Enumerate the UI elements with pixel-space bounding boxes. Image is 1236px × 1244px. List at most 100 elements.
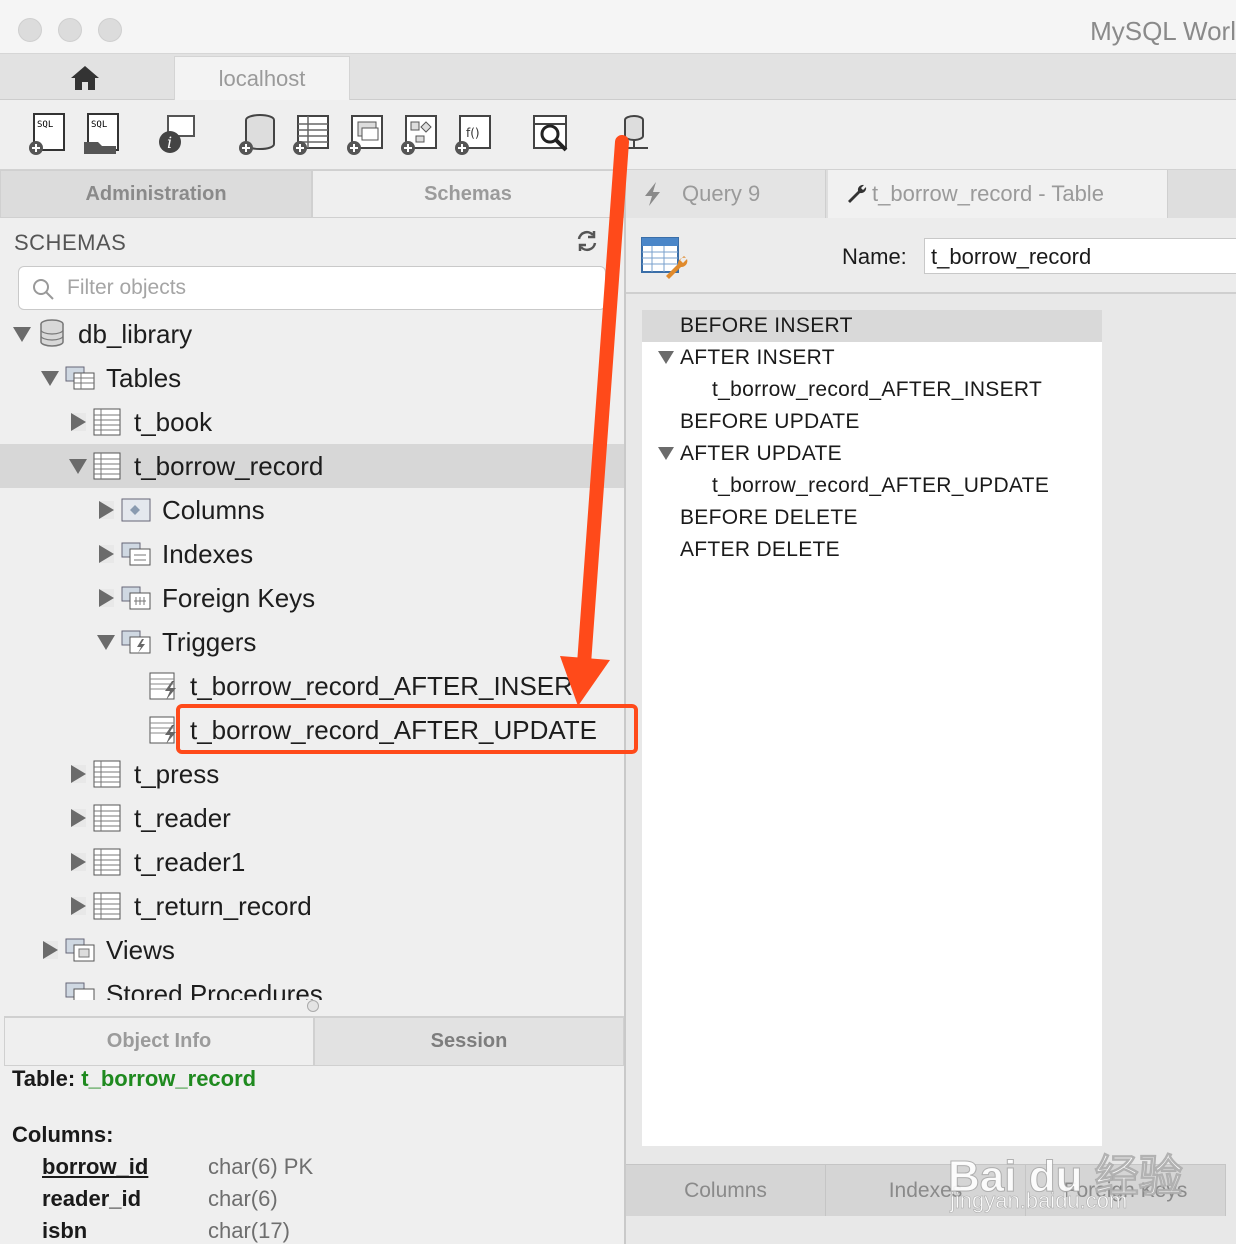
tab-schemas[interactable]: Schemas [312,170,624,218]
expand-triangle-icon[interactable] [99,501,114,519]
create-table-button[interactable] [288,112,332,156]
tree-item-t-reader1[interactable]: t_reader1 [0,840,624,884]
reconnect-button[interactable] [610,112,654,156]
tab-query-9[interactable]: Query 9 [626,170,826,218]
trigger-item-after-update[interactable]: t_borrow_record_AFTER_UPDATE [642,470,1102,502]
tree-item-indexes[interactable]: Indexes [0,532,624,576]
collapse-triangle-icon[interactable] [69,459,87,474]
trigger-item-after-insert[interactable]: t_borrow_record_AFTER_INSERT [642,374,1102,406]
tree-item-tables[interactable]: Tables [0,356,624,400]
filter-objects-field[interactable]: Filter objects [18,266,606,310]
tree-item-db-library[interactable]: db_library [0,312,624,356]
trigger-icon [149,672,176,700]
tab-administration[interactable]: Administration [0,170,312,218]
trigger-row-label: t_borrow_record_AFTER_INSERT [712,378,1043,401]
expand-triangle-icon[interactable] [71,765,86,783]
tree-label: Views [106,934,175,965]
expand-triangle-icon[interactable] [43,941,58,959]
sql-file-open-icon: SQL [84,113,119,154]
trigger-timing-after-delete[interactable]: AFTER DELETE [642,534,1102,566]
schema-tree: db_library Tables t_book t_borrow_record… [0,312,624,1000]
expand-triangle-icon[interactable] [71,897,86,915]
expand-triangle-icon[interactable] [71,809,86,827]
zoom-window-button[interactable] [98,18,122,42]
function-add-icon: f() [455,115,491,155]
tree-item-t-return-record[interactable]: t_return_record [0,884,624,928]
open-sql-script-button[interactable]: SQL [80,112,124,156]
collapse-triangle-icon[interactable] [97,635,115,650]
new-sql-tab-button[interactable]: SQL [26,112,70,156]
expand-triangle-icon[interactable] [71,413,86,431]
create-view-button[interactable] [342,112,386,156]
create-schema-button[interactable] [234,112,278,156]
trigger-timing-before-insert[interactable]: BEFORE INSERT [642,310,1102,342]
svg-text:i: i [167,133,172,152]
expand-triangle-icon[interactable] [99,545,114,563]
tree-label: Tables [106,362,182,393]
tab-table-editor[interactable]: t_borrow_record - Table [828,170,1168,218]
tree-item-t-press[interactable]: t_press [0,752,624,796]
close-window-button[interactable] [18,18,42,42]
tab-object-info[interactable]: Object Info [4,1017,314,1066]
svg-text:SQL: SQL [37,120,53,130]
inspector-button[interactable]: i [154,112,198,156]
svg-text:f(): f() [466,126,480,140]
table-name-input[interactable]: t_borrow_record [924,238,1236,274]
table-icon [93,760,121,788]
editor-area: Query 9 t_borrow_record - Table Name: t_… [626,170,1236,1244]
table-icon [93,408,121,436]
trigger-timing-before-delete[interactable]: BEFORE DELETE [642,502,1102,534]
tab-columns[interactable]: Columns [626,1165,826,1216]
collapse-triangle-icon[interactable] [658,447,674,460]
column-type: char(6) PK [208,1154,314,1179]
collapse-triangle-icon[interactable] [658,351,674,364]
expand-triangle-icon[interactable] [99,589,114,607]
trigger-row-label: BEFORE INSERT [680,314,853,337]
trigger-timing-after-insert[interactable]: AFTER INSERT [642,342,1102,374]
expand-triangle-icon[interactable] [71,853,86,871]
tree-item-columns[interactable]: Columns [0,488,624,532]
tree-item-t-book[interactable]: t_book [0,400,624,444]
tree-label: Triggers [162,626,257,657]
svg-text:SQL: SQL [91,120,107,130]
object-info-table-line: Table: t_borrow_record [12,1066,256,1092]
tree-item-triggers[interactable]: Triggers [0,620,624,664]
tree-item-t-borrow-record[interactable]: t_borrow_record [0,444,624,488]
tab-session[interactable]: Session [314,1017,624,1066]
column-row: reader_id char(6) [42,1186,602,1218]
main-toolbar: SQL SQL i f() [0,100,1236,170]
table-edit-icon [641,237,688,279]
database-add-icon [239,114,275,155]
trigger-row-label: BEFORE UPDATE [680,410,860,433]
info-icon: i [159,115,195,153]
trigger-row-label: t_borrow_record_AFTER_UPDATE [712,474,1050,497]
collapse-triangle-icon[interactable] [13,327,31,342]
columns-folder-icon [121,498,151,522]
collapse-triangle-icon[interactable] [41,371,59,386]
panel-resize-handle[interactable] [307,1000,319,1012]
view-add-icon [347,115,383,155]
create-function-button[interactable]: f() [450,112,494,156]
tree-label: t_borrow_record_AFTER_INSER [190,670,573,701]
search-table-data-button[interactable] [530,112,574,156]
tree-label: t_reader [134,802,231,833]
name-label: Name: [842,244,907,269]
tree-label: t_press [134,758,220,789]
minimize-window-button[interactable] [58,18,82,42]
trigger-timing-after-update[interactable]: AFTER UPDATE [642,438,1102,470]
tree-label: t_reader1 [134,846,246,877]
tree-item-stored-procedures[interactable]: Stored Procedures [0,972,624,1000]
tree-label: Columns [162,494,265,525]
connection-tab-localhost[interactable]: localhost [174,56,350,100]
tree-item-t-reader[interactable]: t_reader [0,796,624,840]
tree-item-foreign-keys[interactable]: Foreign Keys [0,576,624,620]
refresh-icon[interactable] [574,228,600,254]
trigger-row-label: AFTER UPDATE [680,442,842,465]
trigger-timing-before-update[interactable]: BEFORE UPDATE [642,406,1102,438]
tree-item-views[interactable]: Views [0,928,624,972]
tree-item-trigger-after-insert[interactable]: t_borrow_record_AFTER_INSER [0,664,624,708]
navigator-tabs: Administration Schemas [0,170,624,218]
home-tab[interactable] [40,58,130,98]
trigger-row-label: AFTER DELETE [680,538,840,561]
create-procedure-button[interactable] [396,112,440,156]
